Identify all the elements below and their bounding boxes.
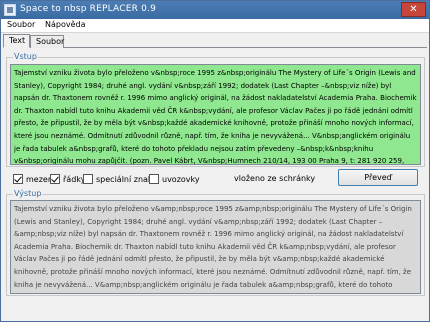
close-button[interactable]: ✕ [401,2,426,17]
output-label: Výstup [13,189,43,198]
menu-soubor[interactable]: Soubor [7,20,35,29]
specialni-label: speciální znaky [96,174,158,184]
window-title: Space to nbsp REPLACER 0.9 [20,4,157,14]
status-text: vloženo ze schránky [234,174,316,183]
option-specialni[interactable]: speciální znaky [83,173,157,185]
input-group: Vstup Tajemství vzniku života bylo přelo… [6,52,425,167]
option-radky[interactable]: řádky [50,173,85,185]
output-textarea[interactable]: Tajemství vzniku života bylo přeloženo v… [10,200,421,294]
title-bar[interactable]: Space to nbsp REPLACER 0.9 ✕ [1,1,429,19]
uvozovky-checkbox[interactable] [149,174,159,184]
convert-button[interactable]: Převeď [338,169,418,186]
tab-text[interactable]: Text [3,34,30,48]
option-uvozovky[interactable]: uvozovky [149,173,200,185]
specialni-checkbox[interactable] [83,174,93,184]
input-textarea[interactable]: Tajemství vzniku života bylo přeloženo v… [10,64,421,165]
app-window: Space to nbsp REPLACER 0.9 ✕ Soubor Nápo… [0,0,430,322]
menu-napoveda[interactable]: Nápověda [45,20,86,29]
radky-label: řádky [63,174,86,184]
mezery-checkbox[interactable] [13,174,23,184]
menu-bar: Soubor Nápověda [1,19,429,33]
input-label: Vstup [13,52,38,61]
tab-strip: Text Soubor [3,34,427,48]
uvozovky-label: uvozovky [162,174,200,184]
app-icon [4,4,16,16]
output-group: Výstup Tajemství vzniku života bylo přel… [6,189,425,296]
tab-soubor[interactable]: Soubor [30,35,64,48]
radky-checkbox[interactable] [50,174,60,184]
